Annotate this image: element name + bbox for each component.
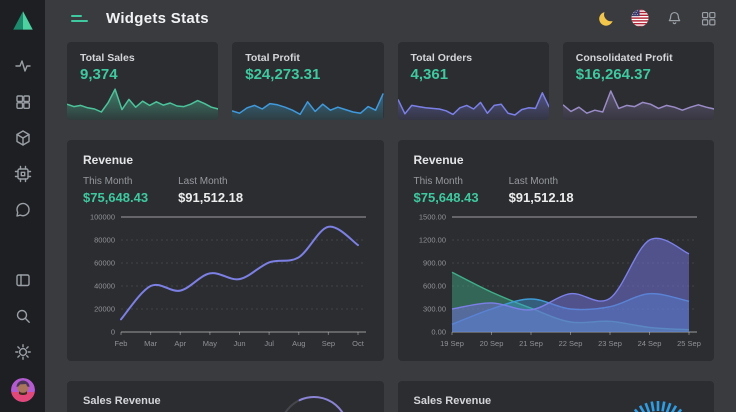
- svg-text:900.00: 900.00: [423, 259, 446, 268]
- stat-cards-row: Total Sales 9,374 Total Profit $24,273.3…: [67, 42, 714, 120]
- total-profit-sparkline: [232, 86, 383, 120]
- svg-text:0: 0: [111, 328, 115, 337]
- total-profit-card: Total Profit $24,273.31: [232, 42, 383, 120]
- activity-icon: [14, 57, 32, 75]
- svg-text:May: May: [203, 339, 217, 348]
- layout-icon: [14, 271, 32, 289]
- sidebar: [0, 0, 45, 412]
- stat-value: $16,264.37: [563, 64, 714, 83]
- notifications-button[interactable]: [664, 8, 684, 28]
- sidebar-item-activity[interactable]: [0, 48, 45, 84]
- sales-revenue-row: Sales Revenue $9,641.26 Sales Revenue $9…: [67, 381, 714, 412]
- total-sales-sparkline: [67, 86, 218, 120]
- app-logo-icon[interactable]: [10, 8, 36, 34]
- svg-text:Jun: Jun: [233, 339, 245, 348]
- this-month-label: This Month: [83, 176, 148, 187]
- total-orders-sparkline: [398, 86, 549, 120]
- us-flag-icon: [631, 9, 649, 27]
- svg-text:22 Sep: 22 Sep: [558, 339, 582, 348]
- main-content: Total Sales 9,374 Total Profit $24,273.3…: [45, 36, 736, 412]
- svg-text:Sep: Sep: [322, 339, 335, 348]
- cpu-icon: [14, 165, 32, 183]
- svg-text:40000: 40000: [94, 282, 115, 291]
- svg-text:600.00: 600.00: [423, 282, 446, 291]
- revenue-line-card: Revenue This Month $75,648.43 Last Month…: [67, 140, 384, 361]
- sales-revenue-tick-gauge-card: Sales Revenue $9,641.26: [398, 381, 715, 412]
- svg-text:80000: 80000: [94, 236, 115, 245]
- svg-text:Mar: Mar: [144, 339, 157, 348]
- total-sales-card: Total Sales 9,374: [67, 42, 218, 120]
- sidebar-item-packages[interactable]: [0, 120, 45, 156]
- sidebar-item-messages[interactable]: [0, 192, 45, 228]
- svg-text:25 Sep: 25 Sep: [677, 339, 701, 348]
- svg-text:24 Sep: 24 Sep: [637, 339, 661, 348]
- sidebar-item-widgets[interactable]: [0, 84, 45, 120]
- revenue-area-chart: 0.00 300.00 600.00 900.00 1200.00 1500.00 19 S…: [414, 211, 699, 349]
- revenue-line-chart: 0 20000 40000 60000 80000 100000 Feb Mar Apr May J…: [83, 211, 368, 349]
- stat-label: Total Orders: [398, 42, 549, 64]
- svg-text:Apr: Apr: [174, 339, 186, 348]
- language-selector[interactable]: [630, 8, 650, 28]
- apps-menu-button[interactable]: [698, 8, 718, 28]
- last-month-label: Last Month: [509, 176, 574, 187]
- sidebar-item-settings[interactable]: [0, 334, 45, 370]
- sidebar-item-system[interactable]: [0, 156, 45, 192]
- svg-text:21 Sep: 21 Sep: [519, 339, 543, 348]
- stat-label: Total Sales: [67, 42, 218, 64]
- last-month-label: Last Month: [178, 176, 243, 187]
- svg-text:300.00: 300.00: [423, 305, 446, 314]
- total-orders-card: Total Orders 4,361: [398, 42, 549, 120]
- revenue-area-card: Revenue This Month $75,648.43 Last Month…: [398, 140, 715, 361]
- avatar-image-icon: [11, 378, 35, 402]
- svg-text:60000: 60000: [94, 259, 115, 268]
- svg-text:23 Sep: 23 Sep: [598, 339, 622, 348]
- stat-label: Total Profit: [232, 42, 383, 64]
- revenue-row: Revenue This Month $75,648.43 Last Month…: [67, 140, 714, 361]
- this-month-value: $75,648.43: [83, 190, 148, 205]
- top-header: Widgets Stats: [45, 0, 736, 36]
- bell-icon: [666, 10, 683, 27]
- cube-icon: [14, 129, 32, 147]
- stat-value: $24,273.31: [232, 64, 383, 83]
- moon-icon: [598, 10, 615, 27]
- stat-value: 9,374: [67, 64, 218, 83]
- this-month-label: This Month: [414, 176, 479, 187]
- chat-icon: [14, 201, 32, 219]
- svg-text:1500.00: 1500.00: [418, 213, 445, 222]
- svg-text:100000: 100000: [90, 213, 115, 222]
- consolidated-profit-card: Consolidated Profit $16,264.37: [563, 42, 714, 120]
- svg-text:Oct: Oct: [352, 339, 365, 348]
- svg-text:19 Sep: 19 Sep: [440, 339, 464, 348]
- search-icon: [14, 307, 32, 325]
- settings-icon: [14, 343, 32, 361]
- svg-text:Feb: Feb: [115, 339, 128, 348]
- last-month-value: $91,512.18: [509, 190, 574, 205]
- sales-revenue-tick-gauge: [616, 387, 700, 412]
- user-avatar[interactable]: [11, 378, 35, 402]
- page-title: Widgets Stats: [106, 10, 209, 27]
- last-month-value: $91,512.18: [178, 190, 243, 205]
- svg-text:1200.00: 1200.00: [418, 236, 445, 245]
- stat-label: Consolidated Profit: [563, 42, 714, 64]
- sales-revenue-gauge: [272, 387, 356, 412]
- this-month-value: $75,648.43: [414, 190, 479, 205]
- svg-text:Aug: Aug: [292, 339, 305, 348]
- sales-revenue-gauge-card: Sales Revenue $9,641.26: [67, 381, 384, 412]
- sidebar-item-search[interactable]: [0, 298, 45, 334]
- svg-text:Jul: Jul: [264, 339, 274, 348]
- stat-value: 4,361: [398, 64, 549, 83]
- svg-text:20 Sep: 20 Sep: [479, 339, 503, 348]
- apps-icon: [700, 10, 717, 27]
- svg-text:20000: 20000: [94, 305, 115, 314]
- menu-icon[interactable]: [71, 12, 89, 25]
- grid-icon: [14, 93, 32, 111]
- card-title: Revenue: [83, 153, 368, 167]
- dark-mode-toggle[interactable]: [596, 8, 616, 28]
- card-title: Revenue: [414, 153, 699, 167]
- svg-text:0.00: 0.00: [431, 328, 446, 337]
- sidebar-item-layout[interactable]: [0, 262, 45, 298]
- consolidated-profit-sparkline: [563, 86, 714, 120]
